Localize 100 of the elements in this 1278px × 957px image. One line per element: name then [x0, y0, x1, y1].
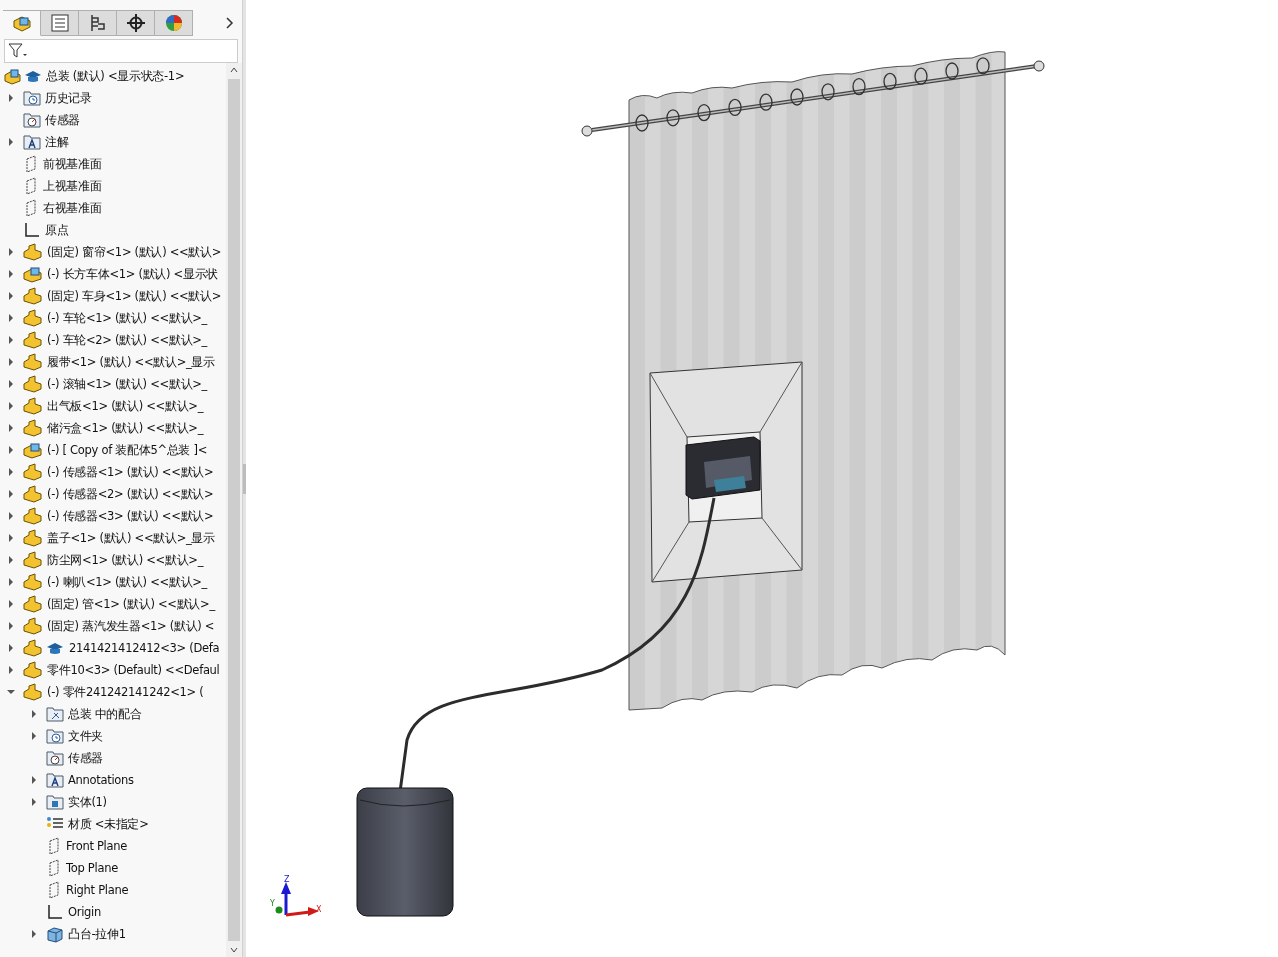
tree-item[interactable]: Front Plane [66, 839, 127, 853]
tree-item[interactable]: (-) 滚轴<1> (默认) <<默认>_ [47, 376, 207, 392]
tree-item[interactable]: 材质 <未指定> [68, 816, 149, 832]
plane-icon [46, 837, 62, 855]
part-icon [23, 529, 43, 547]
tree-item[interactable]: Origin [68, 905, 101, 919]
part-assembly-icon [23, 639, 65, 657]
tree-item[interactable]: (-) [ Copy of 装配体5^总装 ]< [47, 442, 208, 458]
part-icon [23, 485, 43, 503]
part-icon [23, 287, 43, 305]
subassembly-icon [23, 265, 43, 283]
expand-arrow-icon[interactable] [6, 467, 16, 477]
part-icon [23, 397, 43, 415]
splitter-handle[interactable] [243, 463, 246, 494]
tree-item[interactable]: 前视基准面 [43, 156, 102, 172]
y-axis-label: Y [270, 899, 275, 908]
tree-item[interactable]: 总装 中的配合 [68, 706, 142, 722]
tree-item[interactable]: 2141421412412<3> (Defa [69, 641, 220, 655]
tree-item[interactable]: (固定) 窗帘<1> (默认) <<默认> [47, 244, 222, 260]
tree-item[interactable]: (-) 长方车体<1> (默认) <显示状 [47, 266, 218, 282]
tree-item[interactable]: (-) 喇叭<1> (默认) <<默认>_ [47, 574, 207, 590]
expand-arrow-icon[interactable] [6, 489, 16, 499]
tree-item[interactable]: 原点 [45, 222, 69, 238]
origin-icon [23, 221, 41, 239]
tree-item[interactable]: Annotations [68, 773, 134, 787]
panel-tab[interactable] [117, 10, 155, 36]
tree-item[interactable]: 凸台-拉伸1 [68, 926, 126, 942]
expand-arrow-icon[interactable] [6, 533, 16, 543]
tree-item[interactable]: (-) 传感器<2> (默认) <<默认> [47, 486, 214, 502]
expand-arrow-icon[interactable] [6, 269, 16, 279]
tree-item[interactable]: 总装 (默认) <显示状态-1> [46, 68, 185, 84]
expand-arrow-icon[interactable] [6, 335, 16, 345]
tree-item[interactable]: 文件夹 [68, 728, 104, 744]
tree-item[interactable]: 出气板<1> (默认) <<默认>_ [47, 398, 204, 414]
tree-item[interactable]: (-) 传感器<1> (默认) <<默认> [47, 464, 214, 480]
expand-arrow-icon[interactable] [6, 379, 16, 389]
expand-arrow-icon[interactable] [6, 577, 16, 587]
expand-arrow-icon[interactable] [29, 775, 39, 785]
scroll-up-icon[interactable] [230, 67, 238, 73]
expand-arrow-icon[interactable] [6, 313, 16, 323]
expand-arrow-icon[interactable] [6, 137, 16, 147]
tree-item[interactable]: 实体(1) [68, 794, 107, 810]
sensor-folder-icon [46, 750, 64, 766]
origin-icon [46, 903, 64, 921]
expand-arrow-icon[interactable] [29, 731, 39, 741]
color-wheel-icon [164, 14, 183, 32]
tree-item[interactable]: 历史记录 [45, 90, 92, 106]
expand-arrow-icon[interactable] [6, 643, 16, 653]
tree-item[interactable]: 注解 [45, 134, 69, 150]
tree-item[interactable]: 履带<1> (默认) <<默认>_显示 [47, 354, 215, 370]
tree-item[interactable]: 传感器 [45, 112, 81, 128]
expand-arrow-icon[interactable] [6, 291, 16, 301]
tree-item[interactable]: 零件10<3> (Default) <<Defaul [47, 662, 220, 678]
expand-arrow-icon[interactable] [29, 797, 39, 807]
expand-arrow-icon[interactable] [29, 929, 39, 939]
tree-item[interactable]: 盖子<1> (默认) <<默认>_显示 [47, 530, 215, 546]
history-folder-icon [23, 90, 41, 106]
tree-item[interactable]: 防尘网<1> (默认) <<默认>_ [47, 552, 204, 568]
assembly-icon [4, 67, 42, 85]
part-icon [23, 331, 43, 349]
filter-field[interactable] [4, 39, 238, 63]
subassembly-icon [23, 441, 43, 459]
expand-arrow-icon[interactable] [6, 401, 16, 411]
expand-arrow-icon[interactable] [6, 247, 16, 257]
tree-item[interactable]: 上视基准面 [43, 178, 102, 194]
tree-item[interactable]: (-) 零件241242141242<1> ( [47, 684, 204, 700]
part-icon [11, 14, 32, 32]
tree-item[interactable]: (-) 传感器<3> (默认) <<默认> [47, 508, 214, 524]
part-icon [23, 617, 43, 635]
tree-item[interactable]: Top Plane [66, 861, 118, 875]
tree-item[interactable]: (-) 车轮<1> (默认) <<默认>_ [47, 310, 207, 326]
tree-item[interactable]: 储污盒<1> (默认) <<默认>_ [47, 420, 204, 436]
expand-arrow-icon[interactable] [6, 423, 16, 433]
part-icon [23, 507, 43, 525]
tree-item[interactable]: (固定) 蒸汽发生器<1> (默认) < [47, 618, 215, 634]
expand-arrow-icon[interactable] [6, 599, 16, 609]
expand-arrow-icon[interactable] [6, 621, 16, 631]
tree-item[interactable]: (固定) 管<1> (默认) <<默认>_ [47, 596, 215, 612]
plane-icon [23, 199, 39, 217]
expand-arrow-icon[interactable] [6, 555, 16, 565]
tree-item[interactable]: Right Plane [66, 883, 129, 897]
filter-icon[interactable] [8, 43, 28, 59]
expand-arrow-icon[interactable] [6, 445, 16, 455]
body-folder-icon [46, 794, 64, 810]
scrollbar[interactable] [226, 63, 242, 957]
plane-icon [23, 177, 39, 195]
tree-item[interactable]: (-) 车轮<2> (默认) <<默认>_ [47, 332, 207, 348]
collapse-arrow-icon[interactable] [6, 687, 16, 697]
expand-arrow-icon[interactable] [29, 709, 39, 719]
expand-arrow-icon[interactable] [6, 357, 16, 367]
part-icon [23, 551, 43, 569]
plane-icon [46, 881, 62, 899]
tree-item[interactable]: 右视基准面 [43, 200, 102, 216]
tree-item[interactable]: (固定) 车身<1> (默认) <<默认> [47, 288, 222, 304]
expand-arrow-icon[interactable] [6, 665, 16, 675]
scroll-down-icon[interactable] [230, 947, 238, 953]
expand-arrow-icon[interactable] [6, 93, 16, 103]
tree-item[interactable]: 传感器 [68, 750, 104, 766]
expand-arrow-icon[interactable] [6, 511, 16, 521]
part-icon [23, 683, 43, 701]
